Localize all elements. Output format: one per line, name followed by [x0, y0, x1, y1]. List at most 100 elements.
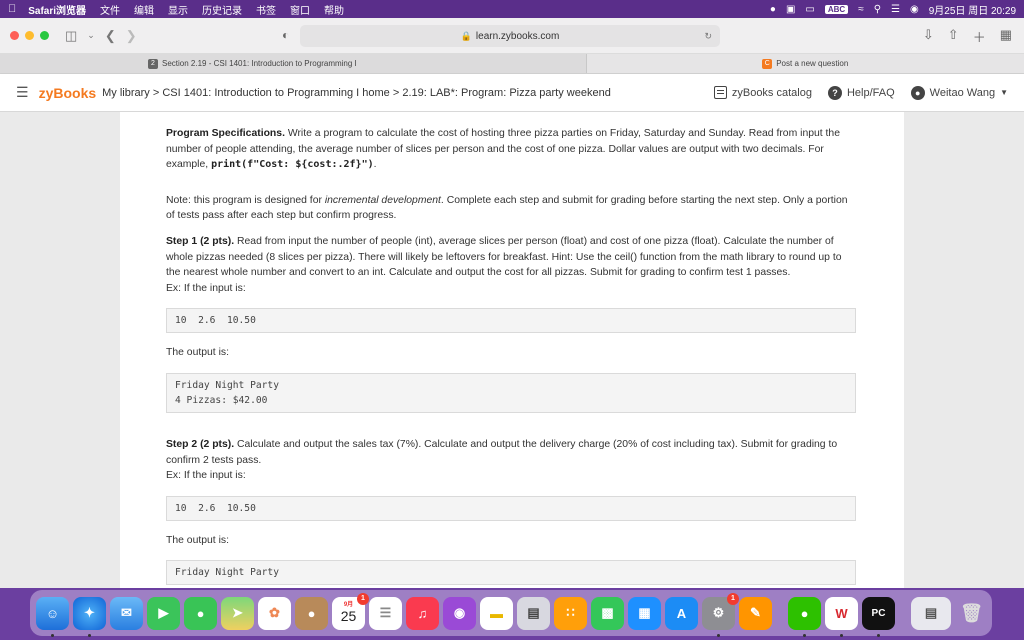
menu-clock[interactable]: 9月25日 周日 20:29 [929, 2, 1016, 17]
pycharm-icon[interactable]: PC [862, 596, 895, 637]
menu-history[interactable]: 历史记录 [202, 2, 242, 17]
step-2-input-label: Ex: If the input is: [166, 470, 246, 482]
siri-icon[interactable]: ◉ [910, 4, 919, 15]
menu-bar:  Safari浏览器 文件 编辑 显示 历史记录 书签 窗口 帮助 ● ▣ ▭… [0, 0, 1024, 18]
breadcrumb[interactable]: My library > CSI 1401: Introduction to P… [102, 87, 611, 99]
hamburger-menu-icon[interactable]: ☰ [16, 84, 29, 101]
tab-post-question[interactable]: C Post a new question [587, 54, 1024, 73]
step-1-example-input: 10 2.6 10.50 [166, 308, 856, 334]
zoom-window-button[interactable] [40, 31, 49, 40]
lock-icon: 🔒 [460, 30, 472, 41]
wechat-icon[interactable]: ● [788, 596, 821, 637]
menu-app-name[interactable]: Safari浏览器 [28, 2, 86, 17]
launchpad-icon[interactable]: ∷ [554, 596, 587, 630]
step-1-output-label: The output is: [166, 347, 229, 359]
numbers-icon[interactable]: ▩ [591, 596, 624, 630]
content-area: Program Specifications. Write a program … [0, 112, 1024, 588]
zybooks-header: ☰ zyBooks My library > CSI 1401: Introdu… [0, 74, 1024, 112]
step-2-example-input: 10 2.6 10.50 [166, 495, 856, 521]
menu-bookmarks[interactable]: 书签 [256, 2, 276, 17]
safari-icon[interactable]: ✦ [73, 596, 106, 637]
mail-icon[interactable]: ✉ [110, 596, 143, 630]
lab-instructions: Program Specifications. Write a program … [120, 112, 904, 588]
user-name: Weitao Wang [929, 86, 996, 99]
chegg-favicon-icon: C [762, 58, 773, 69]
tab-zybooks-section[interactable]: 2 Section 2.19 - CSI 1401: Introduction … [0, 54, 587, 73]
wps-status-icon[interactable]: ▣ [786, 4, 795, 15]
step-1: Step 1 (2 pts). Read from input the numb… [166, 234, 858, 281]
spec-end: . [373, 159, 377, 171]
window-controls [10, 31, 49, 40]
photos-icon[interactable]: ✿ [258, 596, 291, 630]
user-dropdown-caret-icon: ▼ [1000, 88, 1008, 97]
music-icon[interactable]: ♫ [406, 596, 439, 630]
step-1-example-output: Friday Night Party 4 Pizzas: $42.00 [166, 372, 856, 413]
tab-overview-icon[interactable]: ▦ [1000, 27, 1012, 46]
apple-icon[interactable]:  [8, 3, 16, 15]
finder-icon[interactable]: ☺ [36, 596, 69, 637]
app-store-icon[interactable]: A [665, 596, 698, 630]
preview-icon[interactable]: ▤ [517, 596, 550, 630]
sidebar-dropdown-chevron-icon[interactable]: ⌄ [87, 30, 95, 41]
menu-view[interactable]: 显示 [168, 2, 188, 17]
share-icon[interactable]: ⇧ [948, 27, 959, 46]
menu-file[interactable]: 文件 [100, 2, 120, 17]
privacy-shield-icon[interactable]: ◐ [282, 28, 289, 42]
reminders-icon[interactable]: ☰ [369, 596, 402, 630]
spotlight-search-icon[interactable]: ⚲ [874, 4, 881, 15]
contacts-icon[interactable]: ● [295, 596, 328, 630]
podcasts-icon[interactable]: ◉ [443, 596, 476, 630]
calendar-badge: 1 [357, 592, 369, 605]
new-tab-icon[interactable]: ＋ [973, 27, 986, 46]
input-method-badge[interactable]: ABC [824, 4, 849, 14]
zybooks-catalog-link[interactable]: zyBooks catalog [713, 86, 812, 99]
system-settings-icon[interactable]: ⚙ 1 [702, 592, 739, 637]
step-2-title: Step 2 (2 pts). [166, 438, 235, 450]
minimized-window-thumbnail[interactable]: ▤ [911, 596, 951, 630]
user-menu[interactable]: ● Weitao Wang ▼ [910, 85, 1008, 100]
menu-help[interactable]: 帮助 [324, 2, 344, 17]
incremental-note: Note: this program is designed for incre… [166, 193, 858, 224]
forward-icon[interactable]: ❯ [126, 28, 137, 44]
dock-area: ☺ ✦ ✉ ▶ ● ➤ ✿ ● 9月 25 1 ☰ ♫ ◉ ▬ ▤ ∷ ▩ ▦ … [0, 588, 1024, 640]
step-1-input-label: Ex: If the input is: [166, 282, 246, 294]
wechat-status-icon[interactable]: ● [770, 4, 776, 15]
help-label: Help/FAQ [846, 86, 895, 99]
calendar-icon[interactable]: 9月 25 1 [332, 592, 369, 630]
safari-window: ◫ ⌄ ❮ ❯ ◐ 🔒 learn.zybooks.com ↻ ⇩ ⇧ ＋ ▦ … [0, 18, 1024, 588]
menu-edit[interactable]: 编辑 [134, 2, 154, 17]
spec-title: Program Specifications. [166, 128, 285, 139]
facetime-icon[interactable]: ▶ [147, 596, 180, 630]
sidebar-toggle-icon[interactable]: ◫ [65, 28, 77, 44]
step-2-text: Calculate and output the sales tax (7%).… [166, 438, 838, 466]
zybooks-logo[interactable]: zyBooks [39, 85, 97, 101]
back-icon[interactable]: ❮ [105, 28, 116, 44]
keynote-icon[interactable]: ▦ [628, 596, 661, 630]
step-1-title: Step 1 (2 pts). [166, 235, 235, 247]
help-faq-link[interactable]: ? Help/FAQ [827, 85, 895, 100]
dock: ☺ ✦ ✉ ▶ ● ➤ ✿ ● 9月 25 1 ☰ ♫ ◉ ▬ ▤ ∷ ▩ ▦ … [30, 590, 992, 637]
address-bar[interactable]: 🔒 learn.zybooks.com ↻ [300, 25, 720, 47]
note-pre: Note: this program is designed for [166, 194, 325, 206]
tab-label: Section 2.19 - CSI 1401: Introduction to… [162, 59, 357, 68]
wifi-icon[interactable]: ≈ [858, 4, 864, 15]
maps-icon[interactable]: ➤ [221, 596, 254, 630]
downloads-icon[interactable]: ⇩ [923, 27, 934, 46]
trash-icon[interactable]: 🗑 [955, 597, 988, 630]
wps-office-icon[interactable]: W [825, 596, 858, 637]
battery-icon[interactable]: ▭ [805, 4, 814, 15]
settings-badge: 1 [727, 592, 739, 605]
notes-icon[interactable]: ▬ [480, 596, 513, 630]
menu-window[interactable]: 窗口 [290, 2, 310, 17]
translate-reload-icon[interactable]: ↻ [704, 31, 712, 42]
step-2: Step 2 (2 pts). Calculate and output the… [166, 437, 858, 468]
tab-bar: 2 Section 2.19 - CSI 1401: Introduction … [0, 54, 1024, 74]
url-text: learn.zybooks.com [475, 30, 560, 42]
pages-icon[interactable]: ✎ [739, 596, 772, 630]
control-center-icon[interactable]: ☰ [891, 4, 900, 15]
messages-icon[interactable]: ● [184, 596, 217, 630]
close-window-button[interactable] [10, 31, 19, 40]
minimize-window-button[interactable] [25, 31, 34, 40]
spec-code: print(f"Cost: ${cost:.2f}") [211, 159, 374, 171]
note-emphasis: incremental development [324, 194, 441, 206]
